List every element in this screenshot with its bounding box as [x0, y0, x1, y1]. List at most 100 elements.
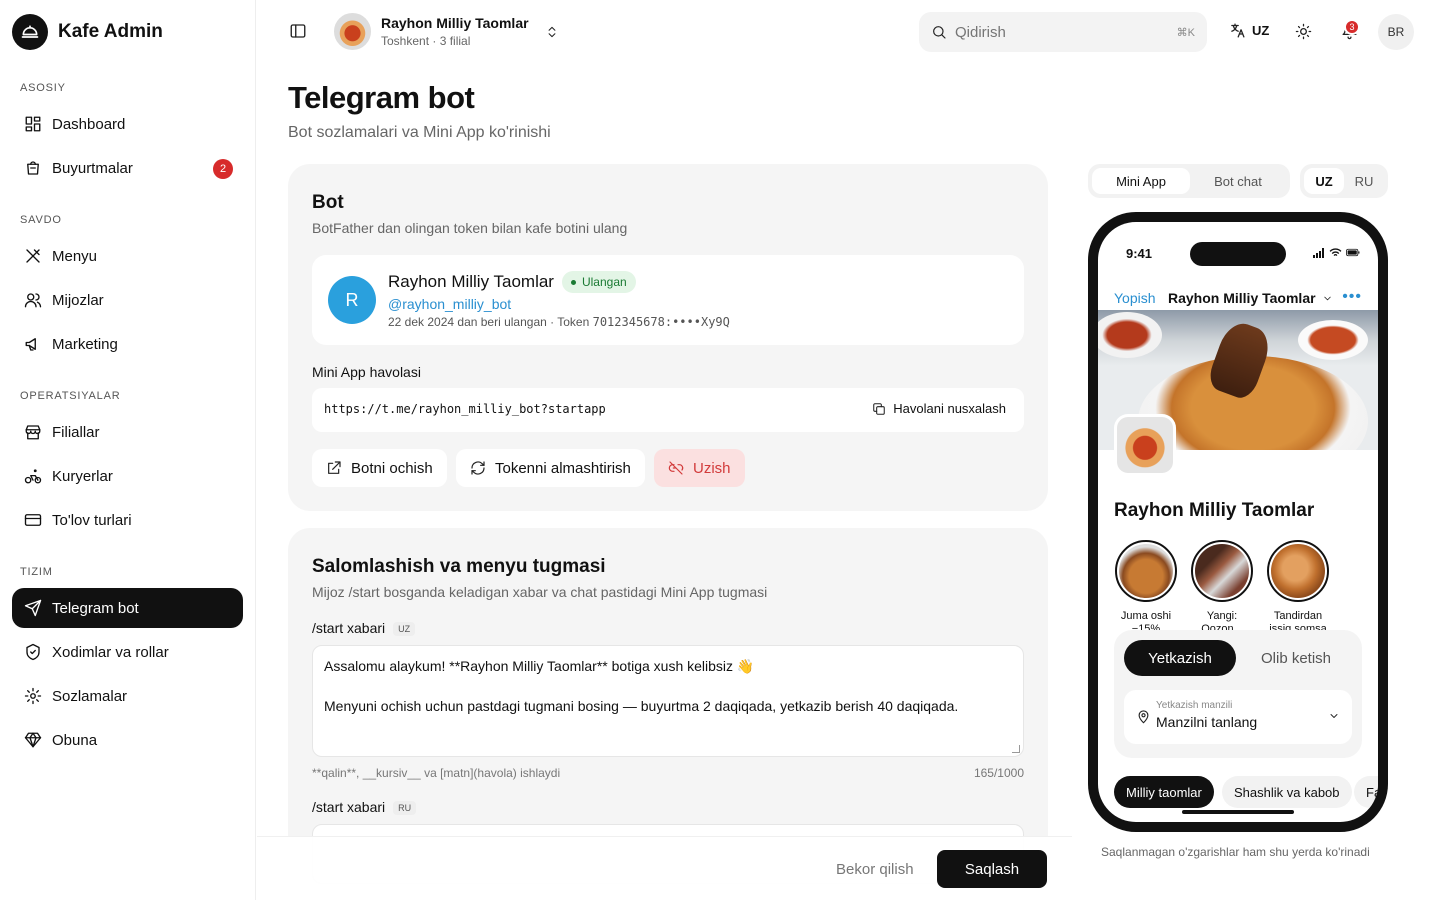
story-item[interactable]: Tandirdan issiq somsa	[1266, 540, 1330, 636]
tab-lang-uz[interactable]: UZ	[1304, 168, 1344, 194]
story-item[interactable]: Juma oshi −15%	[1114, 540, 1178, 636]
bot-avatar: R	[328, 276, 376, 324]
delivery-tab[interactable]: Yetkazish	[1124, 640, 1236, 676]
cafe-name: Rayhon Milliy Taomlar	[381, 15, 529, 31]
mini-app-cafe-title: Rayhon Milliy Taomlar	[1114, 500, 1315, 521]
sidebar-item-label: Buyurtmalar	[52, 159, 133, 177]
sidebar-item-settings[interactable]: Sozlamalar	[12, 676, 243, 716]
story-item[interactable]: Yangi: Qozon...	[1190, 540, 1254, 636]
greeting-card-title: Salomlashish va menyu tugmasi	[312, 556, 606, 577]
disconnect-button[interactable]: Uzish	[654, 449, 745, 487]
sidebar-item-label: Filiallar	[52, 423, 100, 441]
chevron-up-down-icon	[545, 25, 559, 39]
save-button[interactable]: Saqlash	[937, 850, 1047, 888]
message-line-2: Menyuni ochish uchun pastdagi tugmani bo…	[324, 698, 959, 714]
rotate-token-label: Tokenni almashtirish	[495, 459, 631, 477]
bot-name: Rayhon Milliy Taomlar	[388, 272, 554, 291]
users-icon	[24, 293, 42, 308]
preview-note: Saqlanmagan o'zgarishlar ham shu yerda k…	[1101, 845, 1370, 859]
sidebar-item-menu[interactable]: Menyu	[12, 236, 243, 276]
tab-mini-app[interactable]: Mini App	[1092, 168, 1190, 194]
orders-icon	[27, 161, 39, 175]
sidebar: Kafe Admin ASOSIY Dashboard Buyurtmalar …	[0, 0, 256, 900]
sidebar-item-label: Dashboard	[52, 115, 126, 133]
rotate-token-button[interactable]: Tokenni almashtirish	[456, 449, 645, 487]
sidebar-item-label: Sozlamalar	[52, 687, 128, 705]
resize-handle-icon[interactable]	[1012, 745, 1020, 753]
address-label: Yetkazish manzili	[1156, 700, 1233, 711]
mini-app-link[interactable]: https://t.me/rayhon_milliy_bot?startapp	[324, 402, 606, 416]
external-link-icon	[328, 461, 341, 474]
sidebar-item-label: Xodimlar va rollar	[52, 643, 169, 661]
start-message-textarea-uz[interactable]: Assalomu alaykum! **Rayhon Milliy Taomla…	[312, 645, 1024, 757]
signal-icon	[1313, 248, 1324, 258]
chevron-down-icon	[1328, 710, 1340, 722]
sidebar-item-label: Kuryerlar	[52, 467, 113, 485]
sidebar-item-couriers[interactable]: Kuryerlar	[12, 456, 243, 496]
translate-icon	[1229, 22, 1246, 39]
mini-app-header-title[interactable]: Rayhon Milliy Taomlar	[1168, 290, 1333, 306]
wifi-icon	[1329, 248, 1342, 256]
home-indicator	[1182, 810, 1294, 814]
megaphone-icon	[25, 338, 36, 351]
open-bot-button[interactable]: Botni ochish	[312, 449, 447, 487]
sidebar-item-customers[interactable]: Mijozlar	[12, 280, 243, 320]
tab-bot-chat[interactable]: Bot chat	[1190, 168, 1286, 194]
category-chip[interactable]: Fa	[1354, 776, 1378, 808]
sidebar-item-branches[interactable]: Filiallar	[12, 412, 243, 452]
search-icon	[931, 24, 947, 40]
status-time: 9:41	[1126, 246, 1153, 261]
language-switcher[interactable]: UZ	[1229, 22, 1269, 39]
sidebar-item-payment-types[interactable]: To'lov turlari	[12, 500, 243, 540]
page-subtitle: Bot sozlamalari va Mini App ko'rinishi	[288, 124, 551, 141]
close-mini-app-button[interactable]: Yopish	[1114, 290, 1156, 306]
cancel-button[interactable]: Bekor qilish	[836, 861, 914, 878]
copy-link-button[interactable]: Havolani nusxalash	[872, 401, 1006, 416]
start-message-label-uz: /start xabari UZ	[312, 620, 416, 637]
pickup-tab[interactable]: Olib ketish	[1240, 640, 1352, 676]
brand[interactable]: Kafe Admin	[12, 14, 163, 50]
section-label-asosiy: ASOSIY	[20, 82, 66, 94]
sun-icon[interactable]	[1295, 23, 1312, 40]
more-icon[interactable]: •••	[1342, 289, 1362, 305]
search-input[interactable]	[955, 23, 1169, 41]
bot-token: 7012345678:••••Xy9Q	[592, 315, 730, 329]
page-title: Telegram bot	[288, 80, 475, 115]
lang-tag-ru: RU	[393, 801, 417, 816]
send-icon	[24, 599, 42, 617]
sidebar-item-staff-roles[interactable]: Xodimlar va rollar	[12, 632, 243, 672]
sidebar-item-label: Obuna	[52, 731, 98, 749]
user-avatar[interactable]: BR	[1378, 14, 1414, 50]
sidebar-item-label: Marketing	[52, 335, 118, 353]
bot-card-title: Bot	[312, 192, 344, 213]
utensils-icon	[26, 249, 40, 263]
category-chip[interactable]: Shashlik va kabob	[1222, 776, 1352, 808]
copy-link-label: Havolani nusxalash	[893, 401, 1006, 416]
chevron-down-icon	[1322, 293, 1333, 304]
sidebar-toggle-icon[interactable]	[289, 22, 307, 40]
cafe-logo-image	[1114, 414, 1176, 476]
bot-handle-link[interactable]: @rayhon_milliy_bot	[388, 296, 511, 312]
section-label-tizim: TIZIM	[20, 566, 53, 578]
category-chip-active[interactable]: Milliy taomlar	[1114, 776, 1214, 808]
tab-lang-ru[interactable]: RU	[1344, 168, 1384, 194]
sidebar-item-dashboard[interactable]: Dashboard	[12, 104, 243, 144]
search-bar[interactable]: ⌘K	[919, 12, 1207, 52]
refresh-icon	[471, 461, 485, 475]
sidebar-item-telegram-bot[interactable]: Telegram bot	[12, 588, 243, 628]
section-label-operatsiyalar: OPERATSIYALAR	[20, 390, 121, 402]
greeting-card: Salomlashish va menyu tugmasi Mijoz /sta…	[288, 528, 1048, 888]
sidebar-item-subscription[interactable]: Obuna	[12, 720, 243, 760]
status-badge: Ulangan	[561, 271, 636, 293]
sidebar-item-marketing[interactable]: Marketing	[12, 324, 243, 364]
disconnect-label: Uzish	[693, 459, 731, 477]
cafe-switcher[interactable]: Rayhon Milliy Taomlar Toshkent · 3 filia…	[334, 13, 559, 50]
sidebar-item-orders[interactable]: Buyurtmalar 2	[12, 148, 243, 188]
orders-count-badge: 2	[213, 159, 233, 179]
greeting-card-desc: Mijoz /start bosganda keladigan xabar va…	[312, 584, 768, 600]
address-selector[interactable]: Yetkazish manzili Manzilni tanlang	[1124, 690, 1352, 744]
story-image	[1119, 544, 1173, 598]
mini-app-link-label: Mini App havolasi	[312, 364, 421, 380]
story-image	[1195, 544, 1249, 598]
cafe-logo-icon	[12, 14, 48, 50]
